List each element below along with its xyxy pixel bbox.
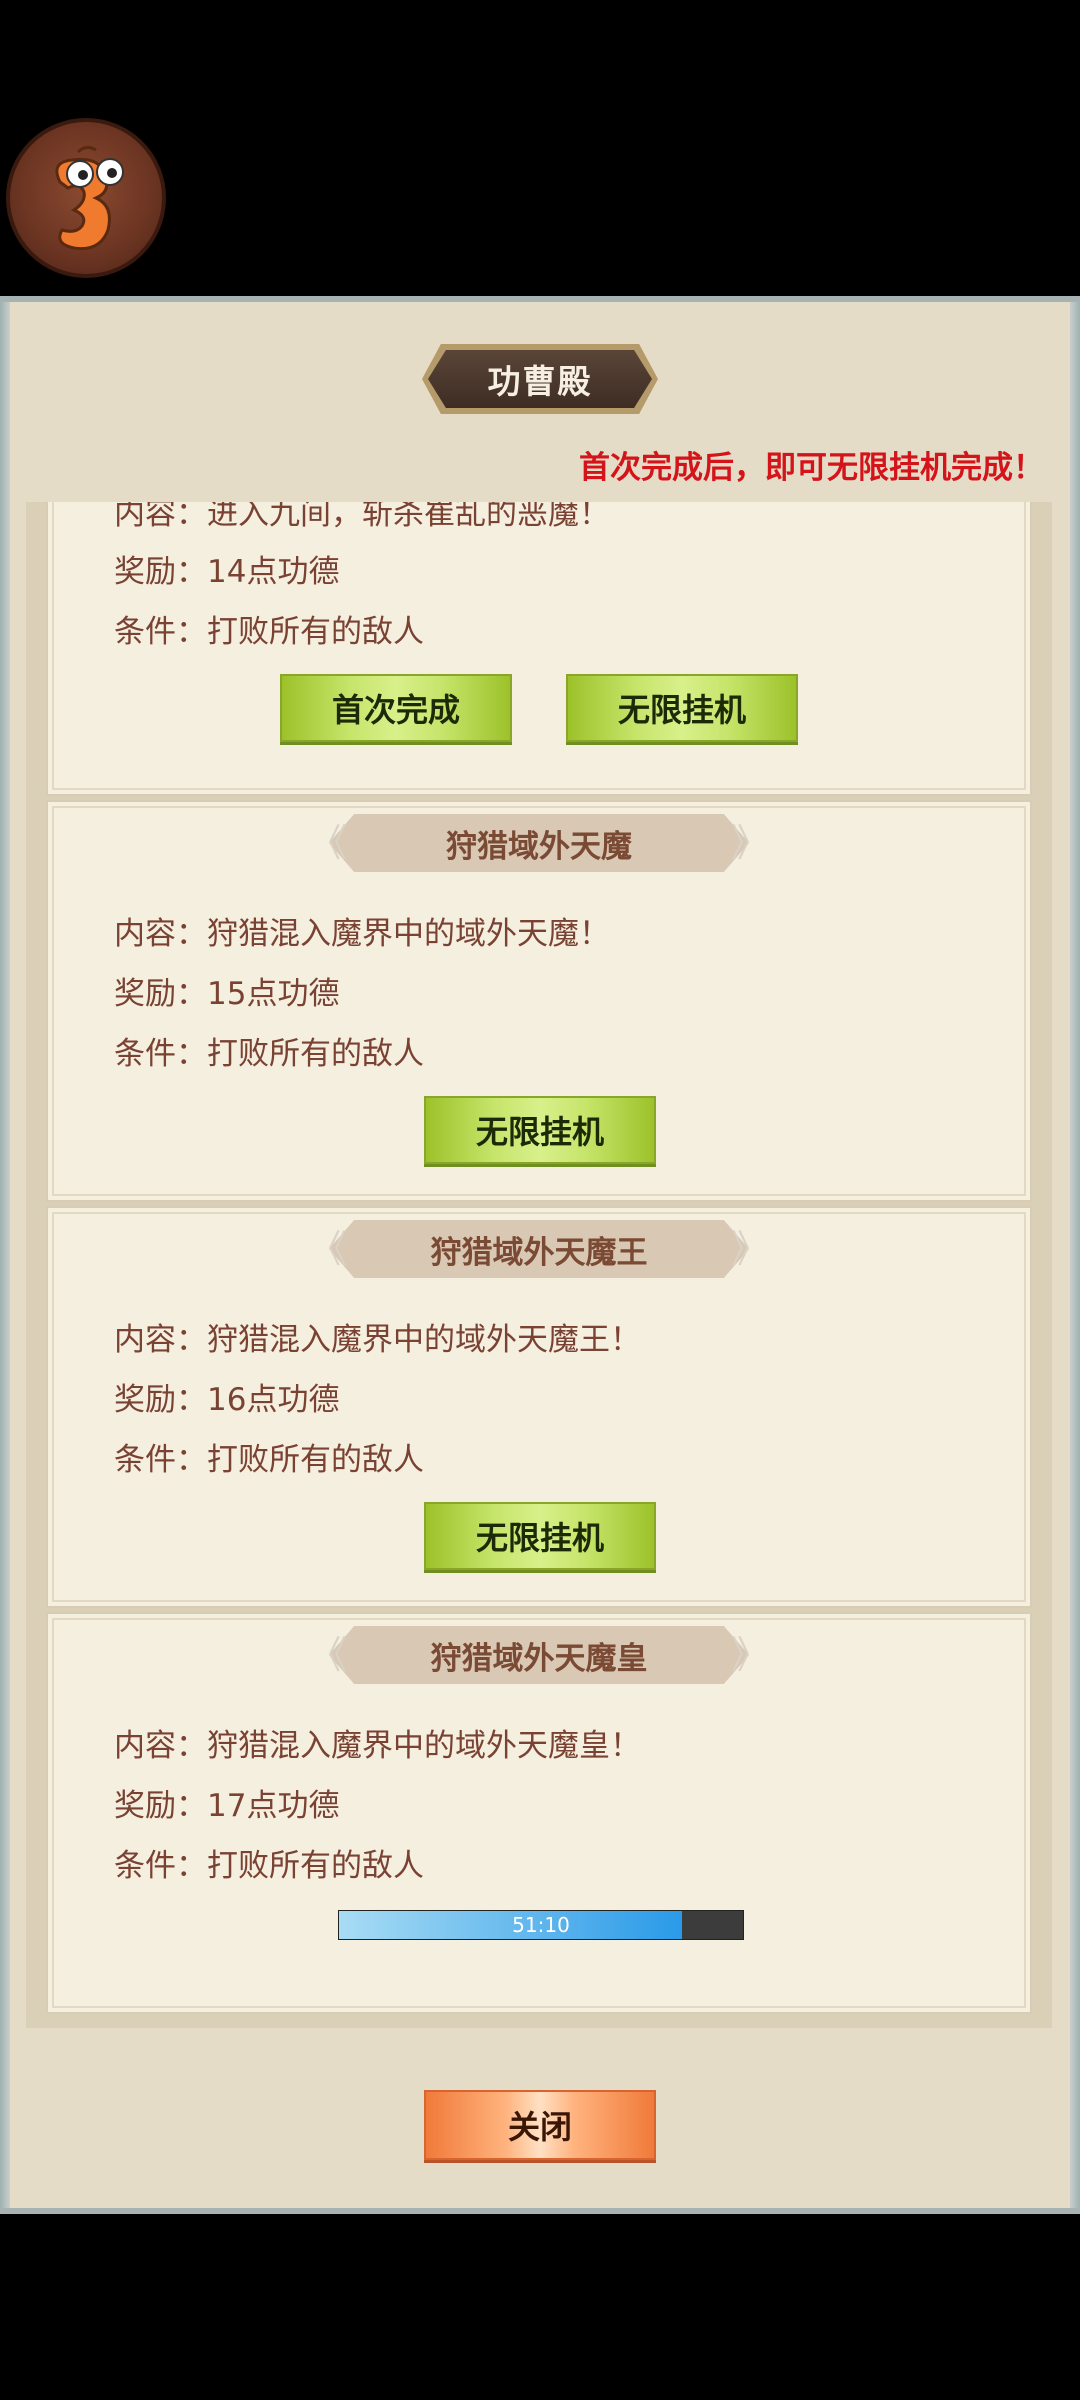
player-avatar[interactable] xyxy=(6,118,166,278)
completion-notice: 首次完成后，即可无限挂机完成！ xyxy=(579,450,1044,486)
task-condition: 条件：打败所有的敌人 xyxy=(114,1848,424,1884)
task-reward: 奖励：16点功德 xyxy=(114,1382,340,1418)
task-title: 狩猎域外天魔皇 xyxy=(430,1640,648,1677)
idle-timer-progress-bar: 51:10 xyxy=(338,1910,744,1940)
idle-farm-button[interactable]: 无限挂机 xyxy=(424,1502,656,1570)
task-condition: 条件：打败所有的敌人 xyxy=(114,1036,424,1072)
task-title-banner: 《 》 狩猎域外天魔 xyxy=(309,814,769,872)
task-content: 内容：狩猎混入魔界中的域外天魔王！ xyxy=(114,1322,641,1358)
task-content: 内容：进入九间，斩杀崔乱的恶魔！ xyxy=(114,502,610,532)
cartoon-worm-avatar-icon xyxy=(55,145,124,251)
task-content: 内容：狩猎混入魔界中的域外天魔皇！ xyxy=(114,1728,641,1764)
task-card: 《 》 狩猎域外天魔皇 内容：狩猎混入魔界中的域外天魔皇！ 奖励：17点功德 条… xyxy=(46,1612,1032,2014)
task-card: 《 》 狩猎域外天魔王 内容：狩猎混入魔界中的域外天魔王！ 奖励：16点功德 条… xyxy=(46,1206,1032,1608)
task-title-banner: 《 》 狩猎域外天魔皇 xyxy=(309,1626,769,1684)
timer-label: 51:10 xyxy=(512,1913,570,1937)
task-condition: 条件：打败所有的敌人 xyxy=(114,614,424,650)
task-title: 狩猎域外天魔 xyxy=(446,828,632,865)
task-card: 内容：进入九间，斩杀崔乱的恶魔！ 奖励：14点功德 条件：打败所有的敌人 首次完… xyxy=(46,502,1032,796)
close-button[interactable]: 关闭 xyxy=(424,2090,656,2160)
task-content: 内容：狩猎混入魔界中的域外天魔！ xyxy=(114,916,610,952)
task-reward: 奖励：15点功德 xyxy=(114,976,340,1012)
idle-farm-button[interactable]: 无限挂机 xyxy=(566,674,798,742)
title-plaque: 功曹殿 xyxy=(428,350,652,408)
task-title-banner: 《 》 狩猎域外天魔王 xyxy=(309,1220,769,1278)
task-list[interactable]: 内容：进入九间，斩杀崔乱的恶魔！ 奖励：14点功德 条件：打败所有的敌人 首次完… xyxy=(26,502,1052,2028)
panel-title: 功曹殿 xyxy=(487,362,593,401)
task-reward: 奖励：17点功德 xyxy=(114,1788,340,1824)
gongcao-hall-panel: 功曹殿 首次完成后，即可无限挂机完成！ 内容：进入九间，斩杀崔乱的恶魔！ 奖励：… xyxy=(0,296,1080,2214)
task-reward: 奖励：14点功德 xyxy=(114,554,340,590)
idle-farm-button[interactable]: 无限挂机 xyxy=(424,1096,656,1164)
task-title: 狩猎域外天魔王 xyxy=(430,1234,648,1271)
first-complete-button[interactable]: 首次完成 xyxy=(280,674,512,742)
task-card: 《 》 狩猎域外天魔 内容：狩猎混入魔界中的域外天魔！ 奖励：15点功德 条件：… xyxy=(46,800,1032,1202)
task-condition: 条件：打败所有的敌人 xyxy=(114,1442,424,1478)
